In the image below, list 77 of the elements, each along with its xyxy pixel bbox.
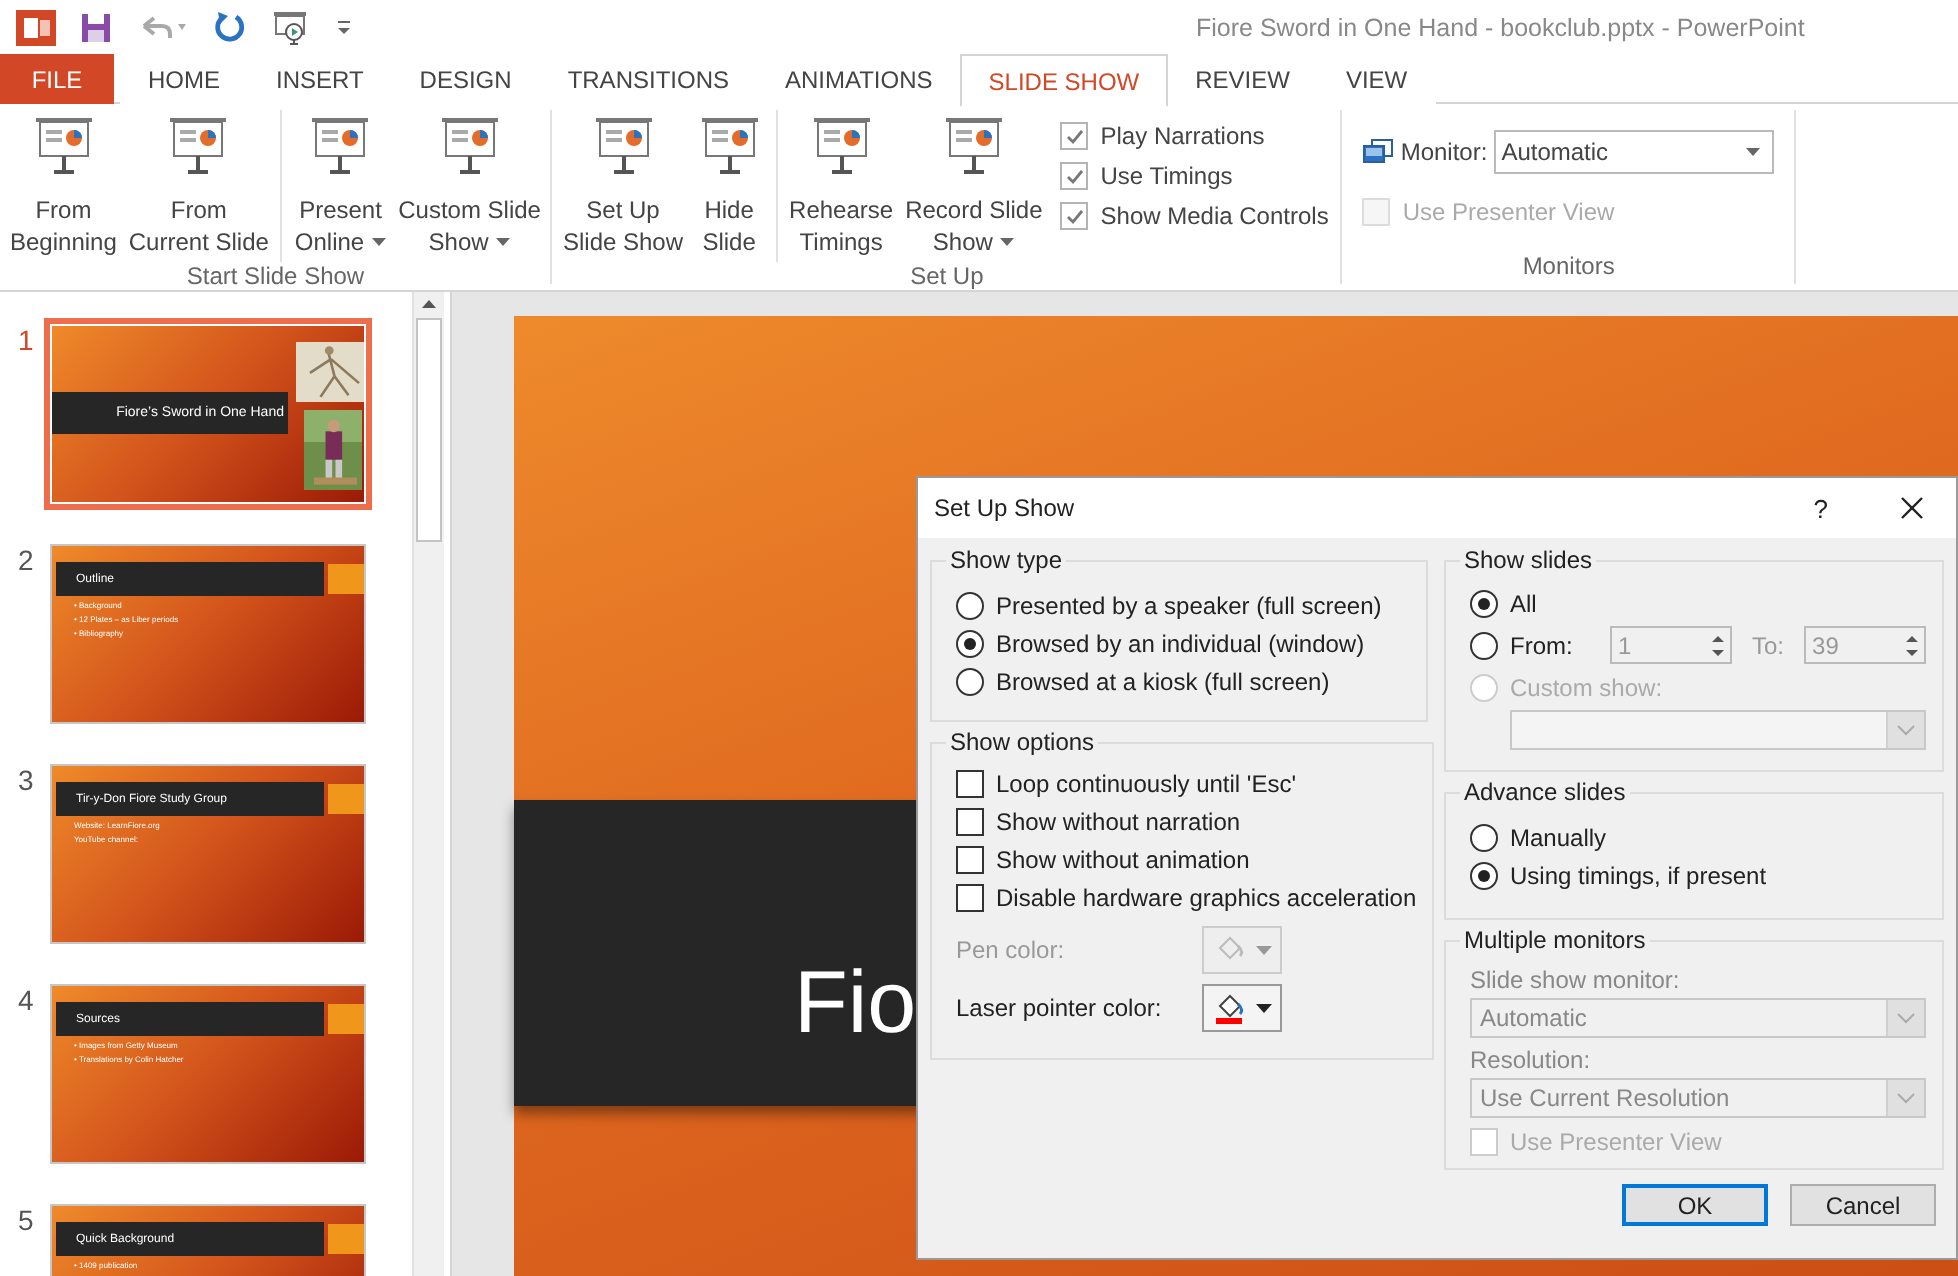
chevron-down-icon — [1896, 724, 1917, 736]
scroll-thumb[interactable] — [416, 318, 442, 542]
dialog-button[interactable]: Cancel — [1790, 1184, 1936, 1226]
radio-option[interactable]: Presented by a speaker (full screen) — [956, 586, 1410, 624]
slide-number: 1 — [18, 324, 34, 360]
slide-number: 4 — [18, 984, 34, 1020]
checkbox-option[interactable]: Show without animation — [956, 840, 1417, 878]
ribbon-checkbox[interactable]: Show Media Controls — [1060, 202, 1329, 230]
checkbox-option[interactable]: Loop continuously until 'Esc' — [956, 764, 1417, 802]
radio-option[interactable]: Browsed by an individual (window) — [956, 624, 1410, 662]
ribbon-button[interactable]: From Beginning — [4, 110, 123, 262]
chevron-down-icon — [1896, 1092, 1916, 1104]
group-label: Monitors — [1520, 252, 1617, 284]
close-icon[interactable] — [1900, 496, 1924, 520]
caret-icon — [1256, 945, 1272, 955]
monitor-dropdown[interactable]: Automatic — [1493, 130, 1775, 174]
window-title: Fiore Sword in One Hand - bookclub.pptx - PowerPoint — [1196, 14, 1805, 42]
paint-bucket-icon — [1212, 992, 1248, 1024]
checkbox-option[interactable]: Show without narration — [956, 802, 1417, 840]
caret-icon — [496, 237, 511, 247]
slide-number: 5 — [18, 1204, 34, 1240]
dialog-button[interactable]: OK — [1622, 1184, 1768, 1226]
slide-number: 3 — [18, 764, 34, 800]
checkmark-icon — [1063, 165, 1086, 187]
monitor-label: Monitor: — [1400, 138, 1488, 166]
accent-square — [328, 564, 364, 594]
ribbon-checkbox[interactable]: Play Narrations — [1060, 122, 1329, 150]
radio-option[interactable]: Using timings, if present — [1470, 856, 1926, 894]
help-button[interactable]: ? — [1801, 491, 1840, 525]
ribbon-button[interactable]: Present Online — [280, 110, 393, 262]
app-logo-icon — [16, 9, 56, 45]
ribbon-button[interactable]: Hide Slide — [689, 110, 770, 262]
field-label: Slide show monitor: — [1470, 966, 1682, 994]
ribbon-button[interactable]: From Current Slide — [122, 110, 275, 262]
group-title: Show options — [948, 728, 1097, 756]
group-title: Advance slides — [1462, 778, 1628, 806]
group-label: Set Up — [908, 262, 986, 294]
accent-square — [328, 784, 364, 814]
scrollbar[interactable] — [412, 292, 444, 1276]
ribbon-tab[interactable]: FILE — [0, 54, 114, 104]
slide-number: 2 — [18, 544, 34, 580]
radio-option[interactable]: Manually — [1470, 818, 1926, 856]
checkmark-icon — [1063, 205, 1086, 227]
monitors-icon — [1362, 138, 1395, 166]
accent-square — [328, 1004, 364, 1034]
slide-title: Fio — [794, 953, 917, 1053]
caret-icon — [1746, 147, 1761, 157]
radio-option[interactable]: Browsed at a kiosk (full screen) — [956, 662, 1410, 700]
color-picker[interactable] — [1202, 984, 1282, 1032]
caret-icon — [1000, 237, 1015, 247]
to-label: To: — [1752, 631, 1785, 659]
checkbox-option[interactable]: Disable hardware graphics acceleration — [956, 878, 1417, 916]
ribbon-button[interactable]: Set Up Slide Show — [556, 110, 690, 262]
accent-square — [328, 1224, 364, 1254]
dialog-title: Set Up Show — [934, 494, 1077, 522]
group-title: Multiple monitors — [1462, 926, 1648, 954]
ribbon-tab[interactable]: SLIDE SHOW — [960, 54, 1168, 106]
ribbon-button[interactable]: Record Slide Show — [899, 110, 1049, 262]
caret-icon — [372, 237, 387, 247]
radio-option[interactable]: From: — [1470, 626, 1590, 664]
group-title: Show slides — [1462, 546, 1595, 574]
ribbon-button[interactable]: Custom Slide Show — [392, 110, 547, 262]
group-label: Start Slide Show — [184, 262, 367, 294]
presentation-icon[interactable] — [272, 9, 312, 45]
color-label: Pen color: — [956, 936, 1067, 964]
caret-icon — [1256, 1003, 1272, 1013]
field-label: Resolution: — [1470, 1046, 1593, 1074]
save-icon[interactable] — [80, 11, 112, 43]
group-title: Show type — [948, 546, 1065, 574]
chevron-down-icon — [1896, 1012, 1916, 1024]
radio-option[interactable]: All — [1470, 584, 1537, 622]
redo-icon[interactable] — [212, 9, 248, 45]
ribbon-checkbox[interactable]: Use Timings — [1060, 162, 1329, 190]
checkmark-icon — [1063, 125, 1086, 147]
customize-caret-icon[interactable] — [336, 19, 352, 35]
ribbon-button[interactable]: Rehearse Timings — [775, 110, 900, 262]
color-label: Laser pointer color: — [956, 994, 1164, 1022]
